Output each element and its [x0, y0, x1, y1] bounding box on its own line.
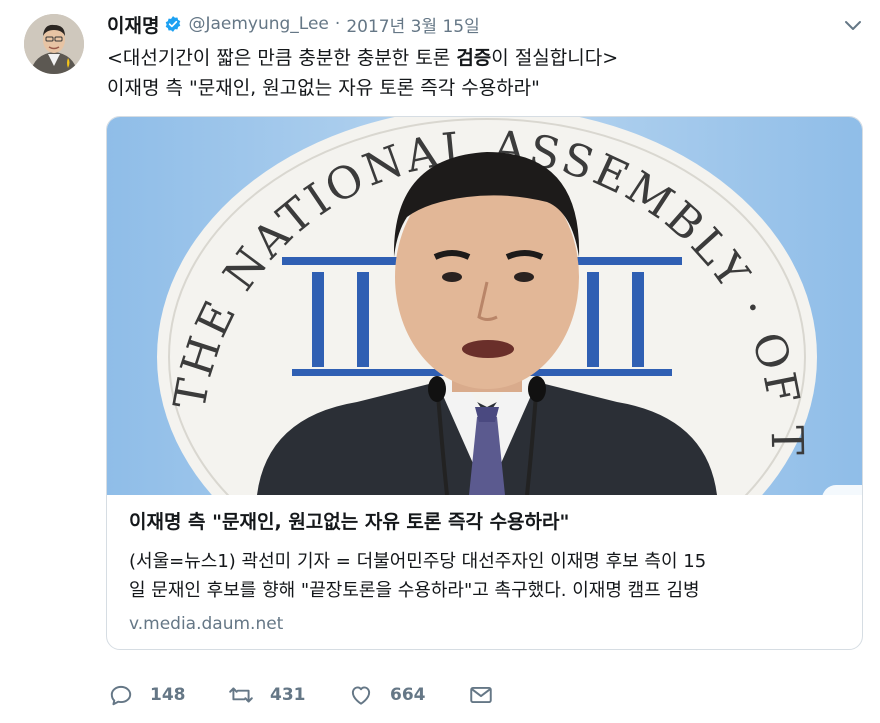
tweet-text: <대선기간이 짧은 만큼 충분한 충분한 토론 검증이 절실합니다> 이재명 측…: [107, 43, 857, 103]
reply-count: 148: [150, 685, 186, 705]
reply-button[interactable]: 148: [108, 682, 186, 708]
tweet: 이재명 @Jaemyung_Lee · 2017년 3월 15일 <대선기간이 …: [0, 0, 880, 723]
card-domain[interactable]: v.media.daum.net: [129, 614, 844, 634]
card-photo: THE NATIONAL ASSEMBLY · OF THE REPUBLIC …: [107, 117, 862, 495]
direct-message-button[interactable]: [468, 682, 494, 708]
tweet-text-segment: <대선기간이 짧은 만큼 충분한 충분한 토론: [107, 47, 457, 69]
tweet-header: 이재명 @Jaemyung_Lee · 2017년 3월 15일: [107, 10, 480, 38]
card-description-line-1: (서울=뉴스1) 곽선미 기자 = 더불어민주당 대선주자인 이재명 후보 측이…: [129, 551, 707, 572]
heart-icon: [351, 686, 371, 705]
separator-dot: ·: [334, 14, 341, 34]
retweet-button[interactable]: 431: [228, 682, 306, 708]
card-description-line-2: 일 문재인 후보를 향해 "끝장토론을 수용하라"고 촉구했다. 이재명 캠프 …: [129, 580, 700, 601]
like-button[interactable]: 664: [348, 682, 426, 708]
link-card[interactable]: THE NATIONAL ASSEMBLY · OF THE REPUBLIC …: [106, 116, 863, 650]
verified-badge-icon: [164, 15, 182, 33]
author-name[interactable]: 이재명: [107, 11, 159, 38]
card-body: 이재명 측 "문재인, 원고없는 자유 토론 즉각 수용하라" (서울=뉴스1)…: [129, 507, 844, 634]
retweet-count: 431: [270, 685, 306, 705]
avatar-photo: [24, 14, 84, 74]
reply-icon: [110, 685, 132, 706]
like-count: 664: [390, 685, 426, 705]
avatar[interactable]: [24, 14, 84, 74]
card-description: (서울=뉴스1) 곽선미 기자 = 더불어민주당 대선주자인 이재명 후보 측이…: [129, 547, 844, 605]
tweet-text-line-1: <대선기간이 짧은 만큼 충분한 충분한 토론 검증이 절실합니다>: [107, 43, 857, 73]
tweet-text-segment: 이 절실합니다>: [491, 47, 619, 69]
tweet-date[interactable]: 2017년 3월 15일: [346, 12, 479, 37]
chevron-down-icon[interactable]: [842, 14, 864, 36]
retweet-icon: [229, 687, 253, 703]
tweet-text-line-2: 이재명 측 "문재인, 원고없는 자유 토론 즉각 수용하라": [107, 77, 540, 99]
envelope-icon: [470, 686, 492, 704]
card-image: THE NATIONAL ASSEMBLY · OF THE REPUBLIC …: [107, 117, 862, 495]
author-handle[interactable]: @Jaemyung_Lee: [188, 14, 328, 34]
card-title[interactable]: 이재명 측 "문재인, 원고없는 자유 토론 즉각 수용하라": [129, 507, 844, 537]
tweet-text-bold: 검증: [456, 47, 492, 69]
